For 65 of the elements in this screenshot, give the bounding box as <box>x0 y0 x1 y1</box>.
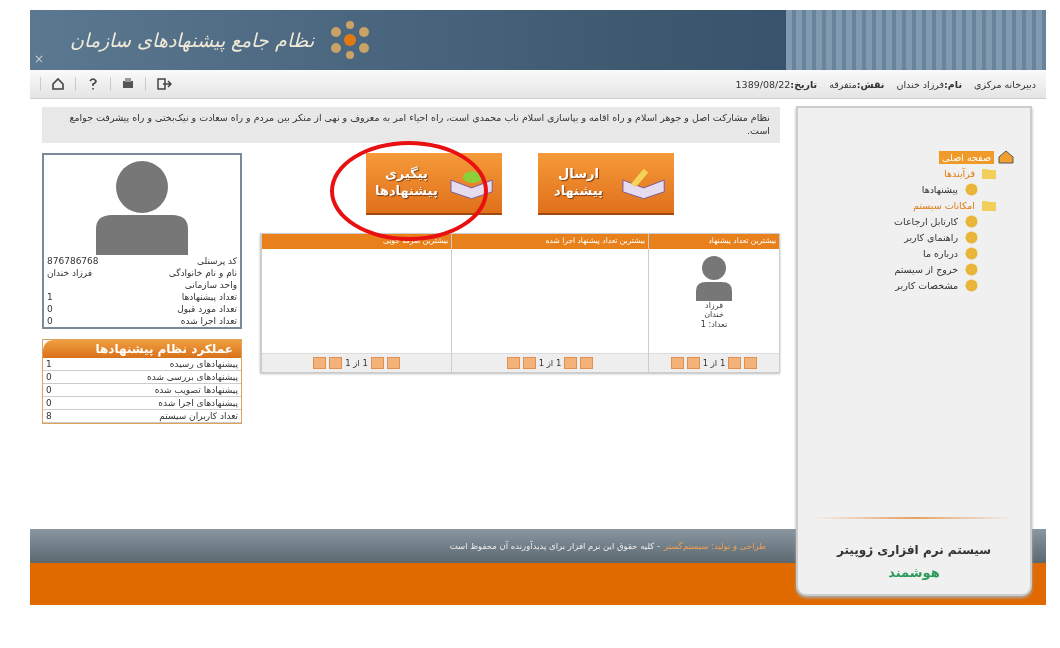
previous-page-button[interactable] <box>370 356 384 369</box>
item-icon <box>965 279 978 292</box>
field-label: تعداد پیشنهادها <box>181 290 237 303</box>
product-name: سیستم نرم افزاری ژوپیتر <box>836 543 992 557</box>
user-info-text: دبیرخانه مرکزی <box>973 78 1036 90</box>
stat-label: تعداد کاربران سیستم <box>159 409 238 422</box>
page-indicator: 1 از 1 <box>538 357 562 368</box>
item-icon <box>965 263 978 276</box>
stat-value: 0 <box>46 396 52 409</box>
field-label: تعداد مورد قبول <box>177 302 237 315</box>
field-label: تعداد اجرا شده <box>180 314 237 327</box>
field-label: نام و نام خانوادگی <box>168 266 237 279</box>
first-page-button[interactable] <box>580 356 594 369</box>
field-label: کد پرسنلی <box>196 254 237 267</box>
page-indicator: 1 از 1 <box>702 357 726 368</box>
folder-icon <box>982 168 996 179</box>
field-value: فرزاد خندان <box>47 266 93 279</box>
field-label: واحد سازمانی <box>184 278 237 291</box>
user-info-text: نقش:متفرقه <box>829 78 885 90</box>
logo-text: نظام جامع پیشنهادهای سازمان <box>70 29 315 51</box>
count-text: تعداد: 1 <box>700 319 728 330</box>
next-page-button[interactable] <box>522 356 536 369</box>
credit-text: طراحی و تولید: سیستم‌گستر <box>664 541 766 551</box>
menu-item[interactable]: درباره ما <box>920 247 961 260</box>
last-page-button[interactable] <box>670 356 684 369</box>
previous-page-button[interactable] <box>564 356 578 369</box>
last-page-button[interactable] <box>506 356 520 369</box>
stat-label: پیشنهادهای بررسی شده <box>147 370 238 383</box>
menu-item[interactable]: خروج از سیستم <box>891 263 961 276</box>
person-name: خندان <box>704 310 724 320</box>
person-name: فرزاد <box>705 300 723 311</box>
stat-value: 0 <box>46 383 52 396</box>
item-icon <box>965 183 978 196</box>
stat-value: 8 <box>46 409 52 422</box>
first-page-button[interactable] <box>386 356 400 369</box>
panel-title: عملکرد نظام پیشنهادها <box>43 339 241 358</box>
page-indicator: 1 از 1 <box>345 357 368 368</box>
menu-item[interactable]: کارتابل ارجاعات <box>891 215 961 228</box>
copyright-text: - کلیه حقوق این نرم افزار برای پدیدآورنده آن محفوظ است <box>449 541 660 551</box>
last-page-button[interactable] <box>313 356 327 369</box>
menu-item[interactable]: راهنمای کاربر <box>901 231 961 244</box>
item-icon <box>965 231 978 244</box>
stat-label: پیشنهادهای رسیده <box>169 357 238 370</box>
stat-value: 1 <box>46 357 52 370</box>
stat-label: پیشنهادهای اجرا شده <box>158 396 238 409</box>
user-info-text: نام:فرزاد خندان <box>896 78 962 90</box>
folder-icon <box>982 200 996 211</box>
house-icon <box>998 150 1014 164</box>
next-page-button[interactable] <box>329 356 343 369</box>
product-tag: هوشمند <box>888 565 940 580</box>
avatar-icon <box>694 254 734 301</box>
previous-page-button[interactable] <box>728 356 742 369</box>
menu-item[interactable]: مشخصات کاربر <box>892 279 961 292</box>
field-value: 876786768 <box>47 254 99 267</box>
stat-label: پیشنهادها تصویب شده <box>154 383 238 396</box>
item-icon <box>965 247 978 260</box>
motto-text: نظام مشارکت اصل و جوهر اسلام و راه اقامه و بپاسازی اسلام ناب محمدی است، راه احیاء امر به معروف و نهی از منکر بین مردم و راه سعادت و نیک‌بختی و راه پیشرفت جوامع است. <box>42 107 780 143</box>
item-icon <box>965 215 978 228</box>
field-value: 0 <box>47 302 53 315</box>
first-page-button[interactable] <box>744 356 758 369</box>
field-value: 0 <box>47 314 53 327</box>
menu-item[interactable]: پیشنهادها <box>918 183 961 196</box>
stat-value: 0 <box>46 370 52 383</box>
field-value: 1 <box>47 290 53 303</box>
next-page-button[interactable] <box>686 356 700 369</box>
